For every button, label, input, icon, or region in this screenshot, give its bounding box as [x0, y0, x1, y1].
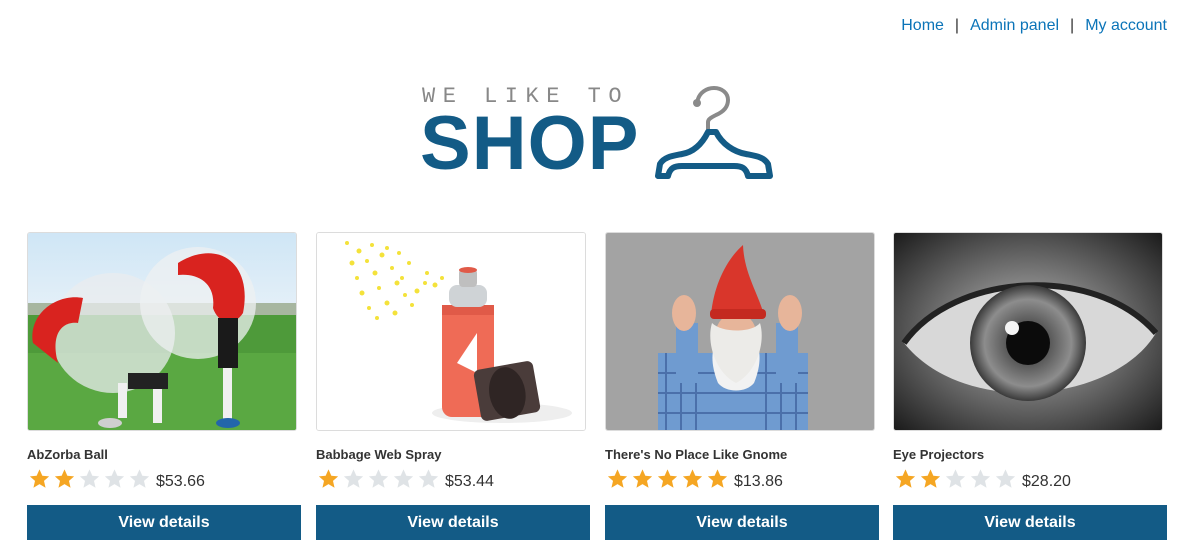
- spray-can-image: [317, 233, 585, 430]
- site-logo[interactable]: WE LIKE TO SHOP: [420, 84, 780, 184]
- view-details-button[interactable]: View details: [893, 505, 1167, 540]
- product-price: $53.44: [445, 473, 494, 490]
- product-image[interactable]: [605, 232, 875, 431]
- product-image[interactable]: [893, 232, 1163, 431]
- product-title[interactable]: Babbage Web Spray: [316, 447, 590, 463]
- nav-separator: |: [954, 17, 960, 34]
- rating-row: $28.20: [893, 466, 1167, 492]
- star-empty-icon: [79, 469, 100, 488]
- product-image[interactable]: [27, 232, 297, 431]
- rating-stars: [605, 468, 730, 490]
- star-empty-icon: [393, 469, 414, 488]
- nav-separator: |: [1070, 17, 1075, 34]
- star-filled-icon: [657, 469, 678, 488]
- star-empty-icon: [104, 469, 125, 488]
- nav-admin-panel-link[interactable]: Admin panel: [970, 17, 1059, 35]
- star-empty-icon: [368, 469, 389, 488]
- star-empty-icon: [945, 469, 966, 488]
- rating-stars: [27, 468, 152, 490]
- star-filled-icon: [920, 469, 941, 488]
- top-nav: Home | Admin panel | My account: [901, 17, 1167, 35]
- page: Home | Admin panel | My account WE LIKE …: [0, 0, 1187, 560]
- star-empty-icon: [343, 469, 364, 488]
- eye-image: [894, 233, 1162, 430]
- hanger-icon: [655, 86, 773, 179]
- view-details-button[interactable]: View details: [605, 505, 879, 540]
- star-empty-icon: [418, 469, 439, 488]
- logo-brand: SHOP: [420, 101, 640, 186]
- product-title[interactable]: Eye Projectors: [893, 447, 1167, 463]
- product-card: Babbage Web Spray $53.44 View details: [316, 232, 590, 540]
- star-empty-icon: [970, 469, 991, 488]
- star-filled-icon: [682, 469, 703, 488]
- product-title[interactable]: AbZorba Ball: [27, 447, 301, 463]
- star-filled-icon: [318, 469, 339, 488]
- product-image[interactable]: [316, 232, 586, 431]
- product-price: $13.86: [734, 473, 783, 490]
- star-filled-icon: [707, 469, 728, 488]
- view-details-button[interactable]: View details: [27, 505, 301, 540]
- view-details-button[interactable]: View details: [316, 505, 590, 540]
- star-filled-icon: [632, 469, 653, 488]
- product-card: There's No Place Like Gnome $13.86 View …: [605, 232, 879, 540]
- gnome-image: [606, 233, 874, 430]
- star-empty-icon: [995, 469, 1016, 488]
- bubble-ball-image: [28, 233, 296, 430]
- rating-row: $53.66: [27, 466, 301, 492]
- rating-row: $53.44: [316, 466, 590, 492]
- rating-stars: [893, 468, 1018, 490]
- star-filled-icon: [54, 469, 75, 488]
- product-title[interactable]: There's No Place Like Gnome: [605, 447, 879, 463]
- rating-stars: [316, 468, 441, 490]
- nav-home-link[interactable]: Home: [901, 17, 944, 35]
- star-filled-icon: [895, 469, 916, 488]
- product-price: $28.20: [1022, 473, 1071, 490]
- product-card: AbZorba Ball $53.66 View details: [27, 232, 301, 540]
- rating-row: $13.86: [605, 466, 879, 492]
- product-card: Eye Projectors $28.20 View details: [893, 232, 1167, 540]
- star-empty-icon: [129, 469, 150, 488]
- star-filled-icon: [29, 469, 50, 488]
- nav-my-account-link[interactable]: My account: [1085, 17, 1167, 35]
- product-price: $53.66: [156, 473, 205, 490]
- star-filled-icon: [607, 469, 628, 488]
